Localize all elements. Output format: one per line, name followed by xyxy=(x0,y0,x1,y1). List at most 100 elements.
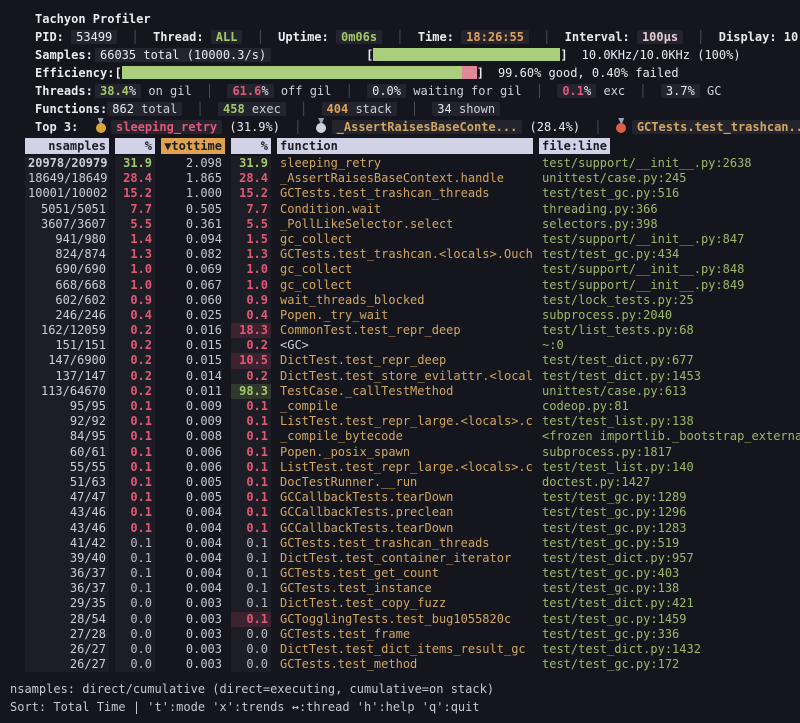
pid-value: 53499 xyxy=(71,30,117,44)
divider: │ xyxy=(594,120,601,134)
column-header-tottime-sorted[interactable]: ▼tottime xyxy=(161,138,225,154)
nsamples-cell: 26/27 xyxy=(25,642,109,657)
pct-cumulative-cell: 0.1 xyxy=(231,399,271,414)
pct-direct-cell: 31.9 xyxy=(115,156,155,171)
time-label: Time: xyxy=(418,30,454,44)
profiler-screen: Tachyon Profiler PID: 53499 │ Thread: AL… xyxy=(0,0,800,723)
pct-direct-cell: 7.7 xyxy=(115,202,155,217)
functions-exec: 458 exec xyxy=(218,102,286,116)
functions-label: Functions: xyxy=(35,100,107,118)
function-cell: CommonTest.test_repr_deep xyxy=(277,323,533,338)
samples-rate: 10.0KHz/10.0KHz (100%) xyxy=(582,48,741,62)
pct-direct-cell: 0.1 xyxy=(115,521,155,536)
file-line-cell: test/test_list.py:138 xyxy=(539,414,800,429)
top2-pct: (28.4%) xyxy=(530,120,581,134)
pct-direct-cell: 0.0 xyxy=(115,612,155,627)
function-cell: _compile xyxy=(277,399,533,414)
table-row: 95/95 0.1 0.009 0.1 _compile codeop.py:8… xyxy=(25,399,800,414)
function-cell: GCTests.test_trashcan_threads xyxy=(277,186,533,201)
nsamples-cell: 55/55 xyxy=(25,460,109,475)
tottime-cell: 0.006 xyxy=(161,460,225,475)
efficiency-good-bar xyxy=(122,66,462,79)
tottime-cell: 2.098 xyxy=(161,156,225,171)
footer-keybindings: Sort: Total Time | 't':mode 'x':trends ↔… xyxy=(10,698,800,716)
table-row: 28/54 0.0 0.003 0.1 GCTogglingTests.test… xyxy=(25,612,800,627)
samples-total: 66035 total (10000.3/s) xyxy=(95,48,271,62)
column-header-pct-cumulative[interactable]: % xyxy=(231,138,271,154)
top3-label: Top 3: xyxy=(35,118,95,136)
nsamples-cell: 43/46 xyxy=(25,505,109,520)
pct-cumulative-cell: 0.2 xyxy=(231,338,271,353)
nsamples-cell: 941/980 xyxy=(25,232,109,247)
table-row: 113/64670 0.2 0.011 98.3 TestCase._callT… xyxy=(25,384,800,399)
nsamples-cell: 602/602 xyxy=(25,293,109,308)
uptime-label: Uptime: xyxy=(278,30,329,44)
tottime-cell: 0.003 xyxy=(161,596,225,611)
function-cell: gc_collect xyxy=(277,232,533,247)
footer-section: nsamples: direct/cumulative (direct=exec… xyxy=(0,680,800,716)
stack-label: stack xyxy=(355,102,391,116)
total-count: 862 xyxy=(112,102,134,116)
table-row: 39/40 0.1 0.004 0.1 DictTest.test_contai… xyxy=(25,551,800,566)
nsamples-cell: 95/95 xyxy=(25,399,109,414)
functions-row: Functions:862 total │ 458 exec │ 404 sta… xyxy=(35,100,800,118)
pct-direct-cell: 0.1 xyxy=(115,460,155,475)
top3-row: Top 3:sleeping_retry (31.9%) │ _AssertRa… xyxy=(35,118,800,136)
file-line-cell: threading.py:366 xyxy=(539,202,800,217)
nsamples-cell: 18649/18649 xyxy=(25,171,109,186)
nsamples-cell: 29/35 xyxy=(25,596,109,611)
table-row: 690/690 1.0 0.069 1.0 gc_collect test/su… xyxy=(25,262,800,277)
pct-direct-cell: 0.1 xyxy=(115,399,155,414)
column-header-nsamples[interactable]: nsamples xyxy=(25,138,109,154)
tottime-cell: 0.067 xyxy=(161,278,225,293)
pct-direct-cell: 1.4 xyxy=(115,232,155,247)
pct-cumulative-cell: 0.4 xyxy=(231,308,271,323)
divider: │ xyxy=(346,84,353,98)
file-line-cell: <frozen importlib._bootstrap_external xyxy=(539,429,800,444)
table-body: 20978/20979 31.9 2.098 31.9 sleeping_ret… xyxy=(25,156,800,672)
pct-cumulative-cell: 0.2 xyxy=(231,369,271,384)
column-header-file-line[interactable]: file:line xyxy=(539,138,800,154)
nsamples-cell: 151/151 xyxy=(25,338,109,353)
samples-row: Samples:66035 total (10000.3/s)[]10.0KHz… xyxy=(35,46,800,64)
nsamples-cell: 26/27 xyxy=(25,657,109,672)
file-line-cell: ~:0 xyxy=(539,338,800,353)
file-line-cell: test/test_gc.py:1289 xyxy=(539,490,800,505)
function-cell: GCTests.test_trashcan.<locals>.Ouch.... xyxy=(277,247,533,262)
function-cell: gc_collect xyxy=(277,278,533,293)
percent-sign: % xyxy=(688,84,695,98)
pct-cumulative-cell: 1.0 xyxy=(231,262,271,277)
pct-cumulative-cell: 0.1 xyxy=(231,551,271,566)
display-label: Display: xyxy=(719,30,777,44)
column-header-function[interactable]: function xyxy=(277,138,533,154)
functions-stack: 404 stack xyxy=(322,102,397,116)
pct-direct-cell: 1.0 xyxy=(115,278,155,293)
pct-direct-cell: 0.2 xyxy=(115,384,155,399)
file-line-cell: test/test_gc.py:336 xyxy=(539,627,800,642)
table-row: 151/151 0.2 0.015 0.2 <GC> ~:0 xyxy=(25,338,800,353)
column-header-pct-direct[interactable]: % xyxy=(115,138,155,154)
table-row: 824/874 1.3 0.082 1.3 GCTests.test_trash… xyxy=(25,247,800,262)
percent-sign: % xyxy=(584,84,591,98)
thread-label: Thread: xyxy=(153,30,204,44)
nsamples-cell: 246/246 xyxy=(25,308,109,323)
function-cell: Popen._posix_spawn xyxy=(277,445,533,460)
thread-value[interactable]: ALL xyxy=(211,30,243,44)
file-line-cell: test/test_dict.py:1453 xyxy=(539,369,800,384)
tottime-cell: 0.015 xyxy=(161,338,225,353)
on-gil-pct: 38.4 xyxy=(100,84,129,98)
off-gil-value: 61.6% xyxy=(227,84,273,98)
off-gil-pct: 61.6 xyxy=(232,84,261,98)
function-cell: ListTest.test_repr_large.<locals>.check xyxy=(277,414,533,429)
exec-label: exec xyxy=(252,102,281,116)
tottime-cell: 0.005 xyxy=(161,490,225,505)
pct-direct-cell: 0.0 xyxy=(115,627,155,642)
top1-function: sleeping_retry xyxy=(111,120,222,134)
gold-medal-icon xyxy=(95,118,106,133)
tottime-cell: 1.000 xyxy=(161,186,225,201)
function-cell: wait_threads_blocked xyxy=(277,293,533,308)
pct-direct-cell: 0.1 xyxy=(115,505,155,520)
bronze-medal-icon xyxy=(616,118,627,133)
nsamples-cell: 92/92 xyxy=(25,414,109,429)
nsamples-cell: 51/63 xyxy=(25,475,109,490)
